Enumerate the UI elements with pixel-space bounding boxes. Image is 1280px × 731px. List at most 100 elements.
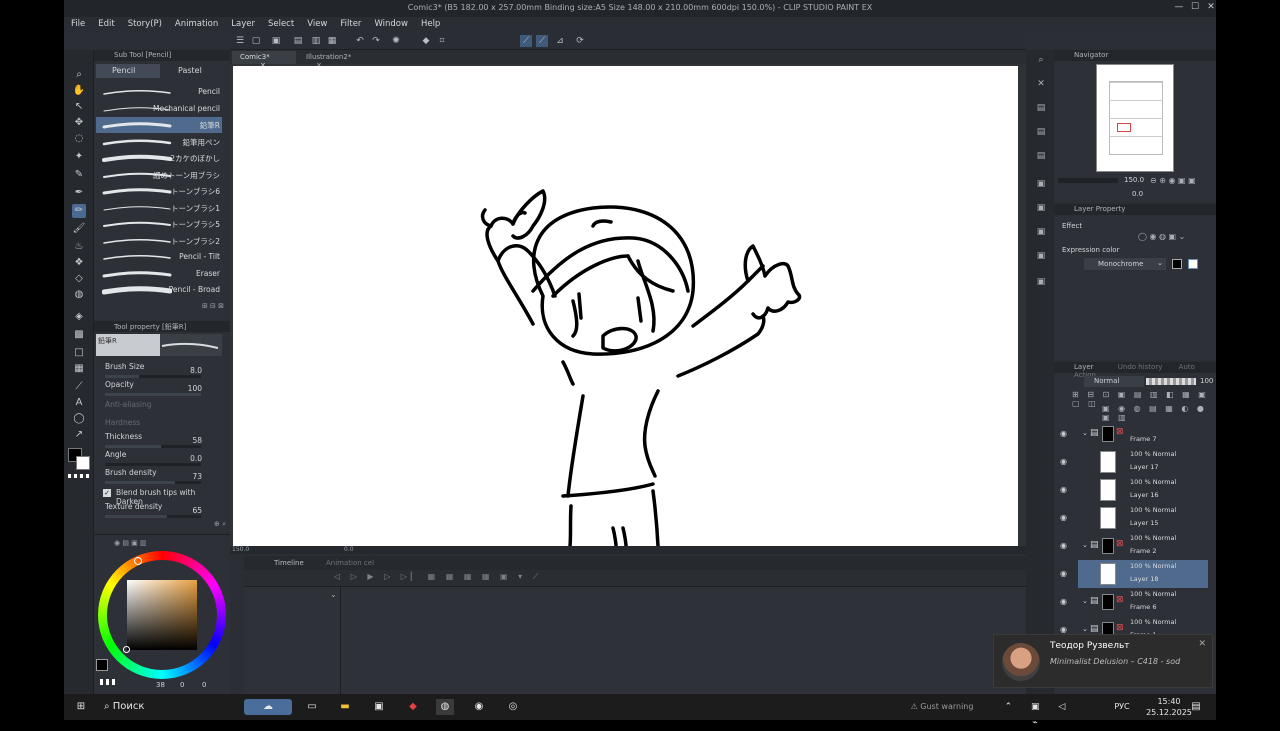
text-icon[interactable]: A — [72, 396, 86, 410]
darken-checkbox[interactable]: ✓ — [103, 489, 111, 497]
airbrush-icon[interactable]: ♨ — [72, 240, 86, 254]
lasso-icon[interactable]: ◌ — [72, 132, 86, 146]
tool-property-row[interactable]: Opacity 100 — [102, 380, 222, 398]
windows-start-icon[interactable]: ⊞ — [72, 699, 90, 715]
fill-tool-icon[interactable]: ◈ — [72, 310, 86, 324]
drawing-canvas[interactable] — [233, 66, 1018, 546]
steam-icon[interactable]: ◉ — [470, 699, 488, 715]
gradient-icon[interactable]: ▩ — [72, 328, 86, 342]
operation-icon[interactable]: ↖ — [72, 100, 86, 114]
brush-item[interactable]: トーンブラシ1 — [96, 200, 222, 216]
tool-property-row[interactable]: Angle 0.0 — [102, 450, 222, 468]
brush-icon[interactable]: 🖌 — [72, 222, 86, 236]
new-file-icon[interactable]: ▢ — [250, 35, 262, 47]
pen-icon[interactable]: ✒ — [72, 186, 86, 200]
balloon-icon[interactable]: ◯ — [72, 412, 86, 426]
layer-folder-row[interactable]: ⌄ ▤ ⊠ 100 % Normal Frame 6 — [1078, 588, 1208, 616]
export-icon[interactable]: ▥ — [310, 35, 322, 47]
tab-timeline[interactable]: Timeline — [274, 559, 304, 567]
color-panel-tabs[interactable]: ◉ ▤ ▣ ▥ — [114, 539, 147, 547]
navigator-angle[interactable]: 0.0 — [1132, 190, 1143, 198]
eye-icon[interactable]: ◉ — [1060, 457, 1070, 467]
layer-row[interactable]: 100 % Normal Layer 15 — [1078, 504, 1208, 532]
info-icon[interactable]: ▣ — [1035, 226, 1047, 238]
navigator-zoom[interactable]: 150.0 — [1124, 176, 1144, 184]
blend-icon[interactable]: ◍ — [72, 288, 86, 302]
fill-icon[interactable]: ◆ — [420, 35, 432, 47]
brush-item[interactable]: Pencil - Broad — [96, 282, 222, 298]
brush-item[interactable]: Eraser — [96, 266, 222, 282]
brush-item[interactable]: 鉛筆R — [96, 117, 222, 133]
layer-row[interactable]: 100 % Normal Layer 17 — [1078, 448, 1208, 476]
close-icon[interactable]: ✕ — [1198, 639, 1206, 649]
clear-icon[interactable]: ✺ — [390, 35, 402, 47]
magic-wand-icon[interactable]: ✦ — [72, 150, 86, 164]
menu-file[interactable]: File — [64, 17, 91, 29]
material-icon-3[interactable]: ▤ — [1035, 150, 1047, 162]
effect-icons[interactable]: ◯ ◉ ◍ ▣ ⌄ — [1138, 232, 1185, 241]
property-slider[interactable] — [105, 393, 201, 396]
language-indicator[interactable]: РУС — [1112, 699, 1132, 715]
property-slider[interactable] — [105, 515, 201, 518]
transform-icon[interactable]: ⌗ — [436, 35, 448, 47]
task-view-icon[interactable]: ▭ — [304, 699, 320, 715]
tab-pencil[interactable]: Pencil — [96, 64, 160, 78]
snap-ruler-icon[interactable]: ⟋ — [520, 35, 532, 47]
search-layer-icon[interactable]: ▣ — [1035, 250, 1047, 262]
layer-folder-row[interactable]: ⌄ ▤ ⊠ Frame 7 — [1078, 420, 1208, 448]
tab-undo-history[interactable]: Undo history — [1118, 363, 1163, 371]
tool-property-row[interactable]: Brush Size 8.0 — [102, 362, 222, 380]
brush-item[interactable]: Pencil - Tilt — [96, 249, 222, 265]
tab-pastel[interactable]: Pastel — [162, 64, 226, 78]
menu-window[interactable]: Window — [367, 17, 414, 29]
property-slider[interactable] — [105, 463, 201, 466]
navigator-icon[interactable]: ▣ — [1035, 178, 1047, 190]
hamburger-icon[interactable]: ☰ — [234, 35, 246, 47]
clip-studio-icon[interactable]: ◍ — [436, 699, 454, 715]
open-file-icon[interactable]: ▣ — [270, 35, 282, 47]
layer-folder-row[interactable]: ⌄ ▤ ⊠ 100 % Normal Frame 2 — [1078, 532, 1208, 560]
move-layer-icon[interactable]: ✥ — [72, 116, 86, 130]
close-panel-icon[interactable]: ✕ — [1035, 78, 1047, 90]
hue-cursor[interactable] — [134, 557, 142, 565]
obs-icon[interactable]: ◎ — [504, 699, 522, 715]
undo-icon[interactable]: ↶ — [354, 35, 366, 47]
minimize-button[interactable]: — — [1172, 2, 1186, 15]
close-window-button[interactable]: ✕ — [1204, 2, 1216, 15]
menu-edit[interactable]: Edit — [91, 17, 120, 29]
eye-icon[interactable]: ◉ — [1060, 569, 1070, 579]
tray-icons[interactable]: ⌃ ▣ ◁ ⌁ — [994, 699, 1084, 728]
material-icon[interactable]: ▤ — [1035, 102, 1047, 114]
property-slider[interactable] — [105, 445, 201, 448]
menu-animation[interactable]: Animation — [168, 17, 224, 29]
notifications-icon[interactable]: ▤ — [1188, 699, 1204, 715]
layer-row[interactable]: 100 % Normal Layer 16 — [1078, 476, 1208, 504]
expression-main-color[interactable] — [1172, 259, 1182, 269]
save-icon[interactable]: ▤ — [292, 35, 304, 47]
canvas-zoom[interactable]: 150.0 — [232, 546, 249, 553]
sub-view-icon[interactable]: ▣ — [1035, 202, 1047, 214]
decoration-icon[interactable]: ❖ — [72, 256, 86, 270]
mini-sub-color[interactable] — [100, 679, 116, 685]
vivaldi-icon[interactable]: ◆ — [404, 699, 422, 715]
layer-opacity[interactable]: 100 — [1200, 377, 1213, 385]
tab-illustration2[interactable]: Illustration2* × — [298, 51, 368, 69]
eye-icon[interactable]: ◉ — [1060, 485, 1070, 495]
correct-line-icon[interactable]: ↗ — [72, 428, 86, 442]
media-notification[interactable]: Теодор Рузвельт Minimalist Delusion – C4… — [993, 634, 1213, 688]
brush-item[interactable]: トーンブラシ2 — [96, 233, 222, 249]
file-explorer-icon[interactable]: ▬ — [336, 699, 354, 715]
saturation-value-square[interactable] — [127, 580, 197, 650]
snap-special-ruler-icon[interactable]: ⟋ — [536, 35, 548, 47]
snap-grid-icon[interactable]: ⊿ — [554, 35, 566, 47]
eye-icon[interactable]: ◉ — [1060, 597, 1070, 607]
pencil-icon[interactable]: ✏ — [72, 204, 86, 218]
menu-story[interactable]: Story(P) — [121, 17, 168, 29]
folder-chevron-icon[interactable]: ⌄ — [1082, 597, 1088, 605]
menu-filter[interactable]: Filter — [333, 17, 367, 29]
material-icon-2[interactable]: ▤ — [1035, 126, 1047, 138]
folder-chevron-icon[interactable]: ⌄ — [1082, 429, 1088, 437]
tool-property-row[interactable]: Brush density 73 — [102, 468, 222, 486]
folder-chevron-icon[interactable]: ⌄ — [1082, 541, 1088, 549]
chevron-down-icon[interactable]: ⌄ — [330, 590, 337, 599]
